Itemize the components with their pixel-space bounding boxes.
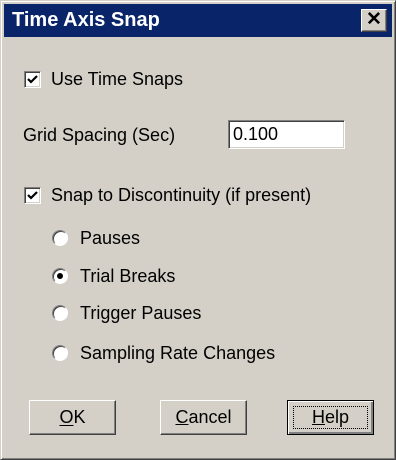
close-button[interactable]: ✕ [361, 9, 387, 32]
time-axis-snap-dialog: Time Axis Snap ✕ Use Time Snaps Grid Spa… [0, 0, 396, 460]
title-bar: Time Axis Snap ✕ [4, 4, 392, 37]
help-label: Help [311, 407, 350, 427]
radio-trial-breaks[interactable] [52, 268, 68, 284]
radio-trigger-pauses[interactable] [52, 305, 68, 321]
radio-pauses-label: Pauses [80, 228, 141, 248]
checkmark-icon [27, 191, 38, 200]
radio-sampling-rate-changes-label: Sampling Rate Changes [80, 343, 276, 363]
radio-selected-dot [57, 273, 63, 279]
radio-trial-breaks-label: Trial Breaks [80, 266, 176, 286]
checkmark-icon [27, 75, 38, 84]
close-icon: ✕ [366, 9, 382, 30]
dialog-title: Time Axis Snap [12, 9, 160, 31]
snap-discontinuity-checkbox[interactable] [24, 187, 41, 204]
ok-label: OK [59, 407, 86, 427]
ok-button[interactable]: OK [29, 400, 116, 435]
help-button[interactable]: Help [287, 400, 374, 435]
radio-pauses[interactable] [52, 230, 68, 246]
use-time-snaps-checkbox[interactable] [24, 71, 41, 88]
grid-spacing-label: Grid Spacing (Sec) [23, 125, 176, 145]
grid-spacing-field[interactable] [228, 120, 345, 149]
radio-sampling-rate-changes[interactable] [52, 345, 68, 361]
radio-trigger-pauses-label: Trigger Pauses [80, 303, 202, 323]
use-time-snaps-label: Use Time Snaps [51, 69, 184, 89]
snap-discontinuity-label: Snap to Discontinuity (if present) [51, 185, 312, 205]
cancel-label: Cancel [175, 407, 232, 427]
cancel-button[interactable]: Cancel [160, 400, 247, 435]
grid-spacing-input[interactable] [233, 124, 338, 144]
